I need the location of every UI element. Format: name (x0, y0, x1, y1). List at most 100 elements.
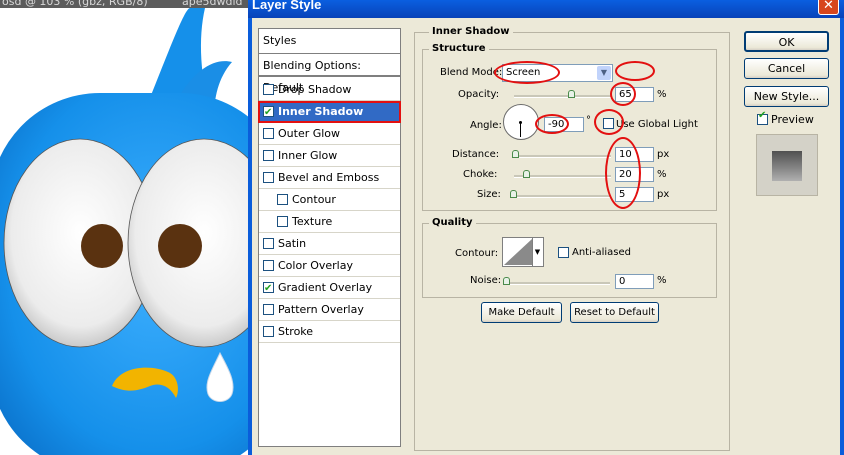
document-tab-1[interactable]: osd @ 103 % (gbz, RGB/8) (2, 0, 148, 8)
distance-slider-thumb[interactable] (512, 150, 519, 158)
styles-list: Styles Blending Options: Default Drop Sh… (258, 28, 401, 447)
anti-aliased-checkbox[interactable] (558, 247, 569, 258)
style-checkbox[interactable] (277, 194, 288, 205)
contour-picker[interactable]: ▼ (502, 237, 544, 267)
noise-label: Noise: (470, 275, 502, 286)
style-checkbox[interactable] (263, 304, 274, 315)
style-item-inner-glow[interactable]: Inner Glow (259, 145, 400, 167)
style-item-label: Color Overlay (278, 259, 353, 272)
annotation-selected-style (258, 101, 401, 123)
style-item-label: Pattern Overlay (278, 303, 364, 316)
style-checkbox[interactable] (263, 278, 274, 299)
annotation-color (615, 61, 655, 81)
structure-title: Structure (429, 43, 489, 55)
close-icon: ✕ (823, 0, 834, 13)
left-pupil (81, 224, 123, 268)
inner-shadow-title: Inner Shadow (429, 26, 513, 38)
size-unit: px (657, 189, 670, 200)
choke-label: Choke: (463, 169, 498, 180)
angle-dial-needle (520, 122, 521, 137)
noise-slider-track[interactable] (506, 282, 610, 285)
style-checkbox[interactable] (263, 260, 274, 271)
style-checkbox[interactable] (263, 128, 274, 139)
contour-dropdown-icon[interactable]: ▼ (532, 238, 542, 266)
style-checkbox[interactable] (263, 326, 274, 337)
right-pupil (158, 224, 202, 268)
make-default-button[interactable]: Make Default (481, 302, 562, 323)
noise-slider-thumb[interactable] (503, 277, 510, 285)
angle-label: Angle: (470, 120, 502, 131)
preview-label: Preview (771, 113, 814, 126)
anti-aliased-label: Anti-aliased (572, 247, 632, 258)
dialog-titlebar[interactable]: Layer Style ✕ (248, 0, 844, 18)
preview-thumbnail (756, 134, 818, 196)
style-checkbox[interactable] (277, 216, 288, 227)
style-item-contour[interactable]: Contour (259, 189, 400, 211)
style-item-label: Contour (292, 193, 336, 206)
distance-unit: px (657, 149, 670, 160)
annotation-opacity (610, 82, 636, 106)
annotation-distance-choke-size (605, 137, 641, 209)
style-checkbox[interactable] (263, 150, 274, 161)
cancel-button[interactable]: Cancel (744, 58, 829, 79)
preview-swatch (772, 151, 802, 181)
size-slider-track[interactable] (514, 195, 611, 198)
document-tab-strip: osd @ 103 % (gbz, RGB/8) ape5dwdid (0, 0, 248, 8)
preview-checkbox[interactable] (757, 110, 768, 125)
style-item-pattern-overlay[interactable]: Pattern Overlay (259, 299, 400, 321)
style-item-label: Inner Glow (278, 149, 338, 162)
opacity-slider-thumb[interactable] (568, 90, 575, 98)
dialog-title: Layer Style (252, 0, 322, 12)
degree-symbol: ° (586, 115, 591, 126)
blend-mode-label: Blend Mode: (440, 67, 503, 78)
distance-slider-track[interactable] (514, 155, 611, 158)
style-item-label: Stroke (278, 325, 314, 338)
choke-unit: % (657, 169, 667, 180)
style-item-label: Drop Shadow (278, 83, 352, 96)
style-item-color-overlay[interactable]: Color Overlay (259, 255, 400, 277)
use-global-light-label: Use Global Light (616, 119, 698, 130)
style-checkbox[interactable] (263, 172, 274, 183)
style-item-label: Texture (292, 215, 333, 228)
reset-to-default-button[interactable]: Reset to Default (570, 302, 659, 323)
blending-options-item[interactable]: Blending Options: Default (259, 55, 400, 94)
document-canvas[interactable] (0, 8, 248, 455)
bird-artwork (0, 8, 248, 455)
size-slider-thumb[interactable] (510, 190, 517, 198)
new-style-button[interactable]: New Style... (744, 86, 829, 107)
style-item-drop-shadow[interactable]: Drop Shadow (259, 79, 400, 101)
quality-group: Quality (422, 217, 717, 298)
close-button[interactable]: ✕ (818, 0, 839, 15)
annotation-global-light (594, 109, 624, 135)
annotation-blend-mode (494, 61, 560, 84)
opacity-unit: % (657, 89, 667, 100)
style-item-gradient-overlay[interactable]: Gradient Overlay (259, 277, 400, 299)
quality-title: Quality (429, 217, 476, 229)
style-item-label: Gradient Overlay (278, 281, 373, 294)
style-checkbox[interactable] (263, 84, 274, 95)
noise-unit: % (657, 275, 667, 286)
angle-dial[interactable] (503, 104, 539, 140)
ok-button[interactable]: OK (744, 31, 829, 52)
style-item-bevel-and-emboss[interactable]: Bevel and Emboss (259, 167, 400, 189)
style-item-outer-glow[interactable]: Outer Glow (259, 123, 400, 145)
style-item-satin[interactable]: Satin (259, 233, 400, 255)
angle-dial-center (519, 121, 522, 124)
annotation-angle (535, 114, 569, 134)
choke-slider-thumb[interactable] (523, 170, 530, 178)
opacity-slider-track[interactable] (514, 95, 611, 98)
style-item-texture[interactable]: Texture (259, 211, 400, 233)
chevron-down-icon: ▼ (597, 66, 611, 80)
document-tab-2[interactable]: ape5dwdid (182, 0, 243, 8)
dialog-client-area: Styles Blending Options: Default Drop Sh… (252, 18, 840, 455)
style-item-label: Satin (278, 237, 307, 250)
distance-label: Distance: (452, 149, 500, 160)
style-item-label: Outer Glow (278, 127, 341, 140)
noise-field[interactable]: 0 (615, 274, 654, 289)
style-item-stroke[interactable]: Stroke (259, 321, 400, 343)
opacity-label: Opacity: (458, 89, 500, 100)
styles-header[interactable]: Styles (259, 29, 400, 54)
contour-label: Contour: (455, 248, 499, 259)
layer-style-dialog: Layer Style ✕ Styles Blending Options: D… (248, 0, 844, 455)
style-checkbox[interactable] (263, 238, 274, 249)
